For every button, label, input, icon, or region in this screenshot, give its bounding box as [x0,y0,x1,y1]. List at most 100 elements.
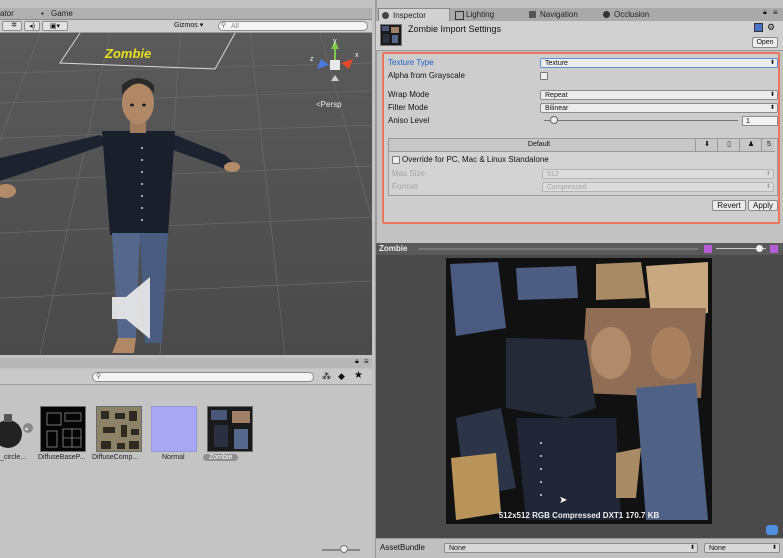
tab-inspector[interactable]: Inspector [378,8,450,21]
import-settings-panel: Texture Type Texture ⬍ Alpha from Graysca… [382,52,780,224]
tab-occlusion[interactable]: Occlusion [600,8,680,21]
lighting-icon [455,11,464,20]
asset-thumb-diffusebase[interactable] [40,406,86,452]
axis-z-label: z [310,56,314,63]
tab-game[interactable]: Game [51,8,73,20]
apply-button[interactable]: Apply [748,200,778,211]
audio-icon[interactable]: ◂) [24,21,40,31]
lock-icon[interactable]: 🔒︎ [355,358,359,366]
tab-lighting-label: Lighting [466,10,495,19]
help-book-icon[interactable] [754,23,763,32]
wrap-mode-label: Wrap Mode [388,90,430,99]
scene-toolbar: ✲ ◂) ▣▾ Gizmos ▾ All ⚲ [0,20,372,33]
orientation-gizmo[interactable]: y x z [305,35,365,85]
android-icon[interactable]: ♟ [739,139,762,151]
download-icon[interactable]: ⬇ [695,139,718,151]
asset-label: DiffuseBaseP... [38,454,86,461]
dropdown-arrow-icon: ⬍ [769,92,775,98]
filter-type-icon[interactable]: ⁂ [322,371,331,382]
preview-drag-handle[interactable] [418,248,698,250]
assetbundle-label: AssetBundle [380,543,425,552]
dropdown-arrow-icon: ⬍ [771,545,777,551]
zombie-texture-image [446,258,712,524]
inspector-lock-icon[interactable]: 🔒︎ [763,9,767,17]
asset-thumb-normal[interactable] [151,406,197,452]
texture-wireframe-icon [46,412,82,448]
scene-view[interactable]: Zombie y x z <Persp [0,33,372,355]
filter-mode-dropdown[interactable]: Bilinear ⬍ [540,103,778,113]
assetbundle-variant-dropdown[interactable]: None ⬍ [704,543,780,553]
format-dropdown[interactable]: Compressed ⬍ [542,182,774,192]
mip-slider-thumb[interactable] [756,245,763,252]
settings-gear-icon[interactable]: ⚙ [767,22,775,33]
effects-icon[interactable]: ▣▾ [42,21,68,31]
texture-info-label: 512x512 RGB Compressed DXT1 170.7 KB [498,511,660,520]
filter-mode-label: Filter Mode [388,103,429,112]
gizmos-label: Gizmos [174,22,198,29]
axis-x-label: x [355,52,359,59]
persp-text: Persp [320,100,342,109]
inspector-menu-icon[interactable]: ≡ [773,8,778,17]
preview-header: Zombie [376,243,783,255]
zoom-slider-thumb[interactable] [340,545,348,553]
open-button[interactable]: Open [752,37,778,48]
aniso-level-label: Aniso Level [388,116,430,125]
tab-animator[interactable]: ator [0,8,14,20]
texture-preview-area: 512x512 RGB Compressed DXT1 170.7 KB ➤ [376,255,783,538]
html5-icon[interactable]: 5 [761,139,776,151]
axis-y-label: y [333,38,337,45]
scene-search-input[interactable]: All [218,21,368,31]
mip-level-icon[interactable] [770,245,778,253]
aniso-level-input[interactable]: 1 [742,116,778,126]
asset-labels-icon[interactable] [766,525,778,535]
tab-inspector-label: Inspector [393,11,426,20]
search-icon: ⚲ [221,22,227,29]
aniso-slider-thumb[interactable] [549,116,558,124]
texture-type-dropdown[interactable]: Texture ⬍ [540,58,778,68]
mobile-icon[interactable]: ▯ [717,139,740,151]
asset-label: _circle... [0,454,27,461]
gizmos-button[interactable]: Gizmos ▾ [174,21,214,31]
wrap-mode-value: Repeat [545,92,568,99]
light-icon[interactable]: ✲ [6,21,22,31]
audio-source-icon[interactable] [108,273,158,343]
inspector-title: Zombie Import Settings [408,24,502,34]
panel-menu-icon[interactable]: ≡ [364,357,369,366]
tab-lighting[interactable]: Lighting [452,8,532,21]
assetbundle-name-dropdown[interactable]: None ⬍ [444,543,698,553]
project-assets-area: ▸ _circle... DiffuseBaseP... DiffuseComp… [0,386,372,541]
dropdown-arrow-icon: ⬍ [769,105,775,111]
platform-tab-bar: Default ⬇ ▯ ♟ 5 [389,139,775,152]
wrap-mode-dropdown[interactable]: Repeat ⬍ [540,90,778,100]
format-value: Compressed [547,184,587,191]
inspector-tab-bar: Inspector Lighting Navigation Occlusion … [376,8,783,21]
tab-occlusion-label: Occlusion [614,10,650,19]
override-checkbox[interactable] [392,156,400,164]
project-zoom-bar [0,541,372,558]
zombie-texture-icon [211,410,250,449]
zombie-name-label: Zombie [105,46,152,61]
favorite-star-icon[interactable]: ★ [354,370,363,381]
filter-label-icon[interactable]: ◆ [338,371,345,382]
asset-label-selected: Zombie [203,454,239,461]
filter-mode-value: Bilinear [545,105,569,112]
preview-title: Zombie [379,244,408,253]
bomb-icon: ▸ [0,414,33,448]
asset-thumb-zombie[interactable] [207,406,253,452]
platform-tab-default[interactable]: Default [389,139,689,151]
tab-navigation[interactable]: Navigation [526,8,598,21]
aniso-slider-track[interactable] [544,120,738,121]
mouse-cursor-icon: ➤ [559,495,568,506]
max-size-dropdown[interactable]: 512 ⬍ [542,169,774,179]
asset-thumb-diffusecomp[interactable] [96,406,142,452]
persp-label[interactable]: <Persp [316,100,342,109]
asset-label: DiffuseComp... [92,454,139,461]
assetbundle-bar: AssetBundle None ⬍ None ⬍ [376,538,783,558]
asset-thumb-circle[interactable]: ▸ [0,406,34,452]
channel-toggle-icon[interactable] [704,245,712,253]
alpha-grayscale-checkbox[interactable] [540,72,548,80]
alpha-grayscale-label: Alpha from Grayscale [388,71,465,80]
svg-text:▸: ▸ [26,427,29,433]
project-search-input[interactable] [92,372,314,382]
revert-button[interactable]: Revert [712,200,746,211]
